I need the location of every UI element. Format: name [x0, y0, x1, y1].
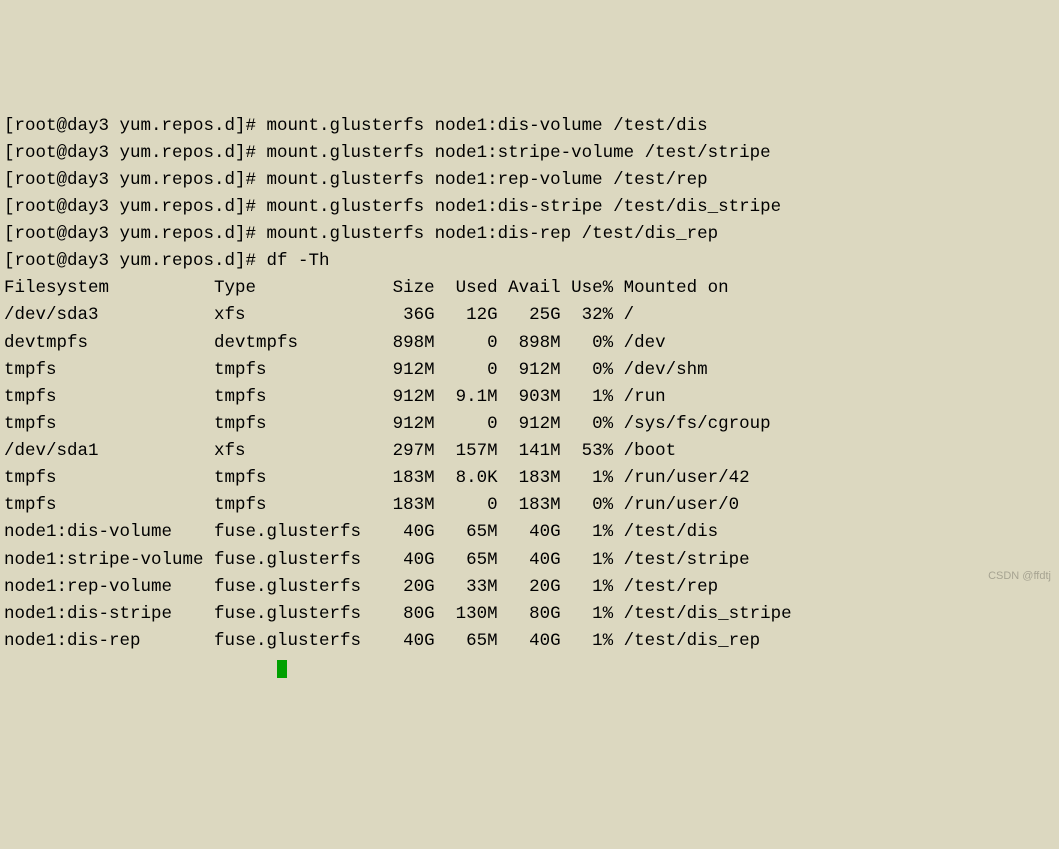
watermark-text: CSDN @ffdtj [988, 568, 1051, 585]
command-line-1: [root@day3 yum.repos.d]# mount.glusterfs… [4, 140, 1055, 167]
command-line-0: [root@day3 yum.repos.d]# mount.glusterfs… [4, 113, 1055, 140]
df-row-1: devtmpfs devtmpfs 898M 0 898M 0% /dev [4, 330, 1055, 357]
terminal-output[interactable]: [root@day3 yum.repos.d]# mount.glusterfs… [4, 113, 1055, 683]
df-row-2: tmpfs tmpfs 912M 0 912M 0% /dev/shm [4, 357, 1055, 384]
command-line-5: [root@day3 yum.repos.d]# df -Th [4, 248, 1055, 275]
command-line-2: [root@day3 yum.repos.d]# mount.glusterfs… [4, 167, 1055, 194]
df-row-4: tmpfs tmpfs 912M 0 912M 0% /sys/fs/cgrou… [4, 411, 1055, 438]
df-header-row: Filesystem Type Size Used Avail Use% Mou… [4, 275, 1055, 302]
df-row-5: /dev/sda1 xfs 297M 157M 141M 53% /boot [4, 438, 1055, 465]
command-line-4: [root@day3 yum.repos.d]# mount.glusterfs… [4, 221, 1055, 248]
cursor-block [277, 660, 287, 678]
df-row-0: /dev/sda3 xfs 36G 12G 25G 32% / [4, 302, 1055, 329]
df-row-8: node1:dis-volume fuse.glusterfs 40G 65M … [4, 519, 1055, 546]
df-row-9: node1:stripe-volume fuse.glusterfs 40G 6… [4, 547, 1055, 574]
df-row-11: node1:dis-stripe fuse.glusterfs 80G 130M… [4, 601, 1055, 628]
df-row-7: tmpfs tmpfs 183M 0 183M 0% /run/user/0 [4, 492, 1055, 519]
df-row-12: node1:dis-rep fuse.glusterfs 40G 65M 40G… [4, 628, 1055, 655]
df-row-3: tmpfs tmpfs 912M 9.1M 903M 1% /run [4, 384, 1055, 411]
df-row-6: tmpfs tmpfs 183M 8.0K 183M 1% /run/user/… [4, 465, 1055, 492]
command-line-3: [root@day3 yum.repos.d]# mount.glusterfs… [4, 194, 1055, 221]
current-prompt-line[interactable] [4, 655, 1055, 682]
df-row-10: node1:rep-volume fuse.glusterfs 20G 33M … [4, 574, 1055, 601]
